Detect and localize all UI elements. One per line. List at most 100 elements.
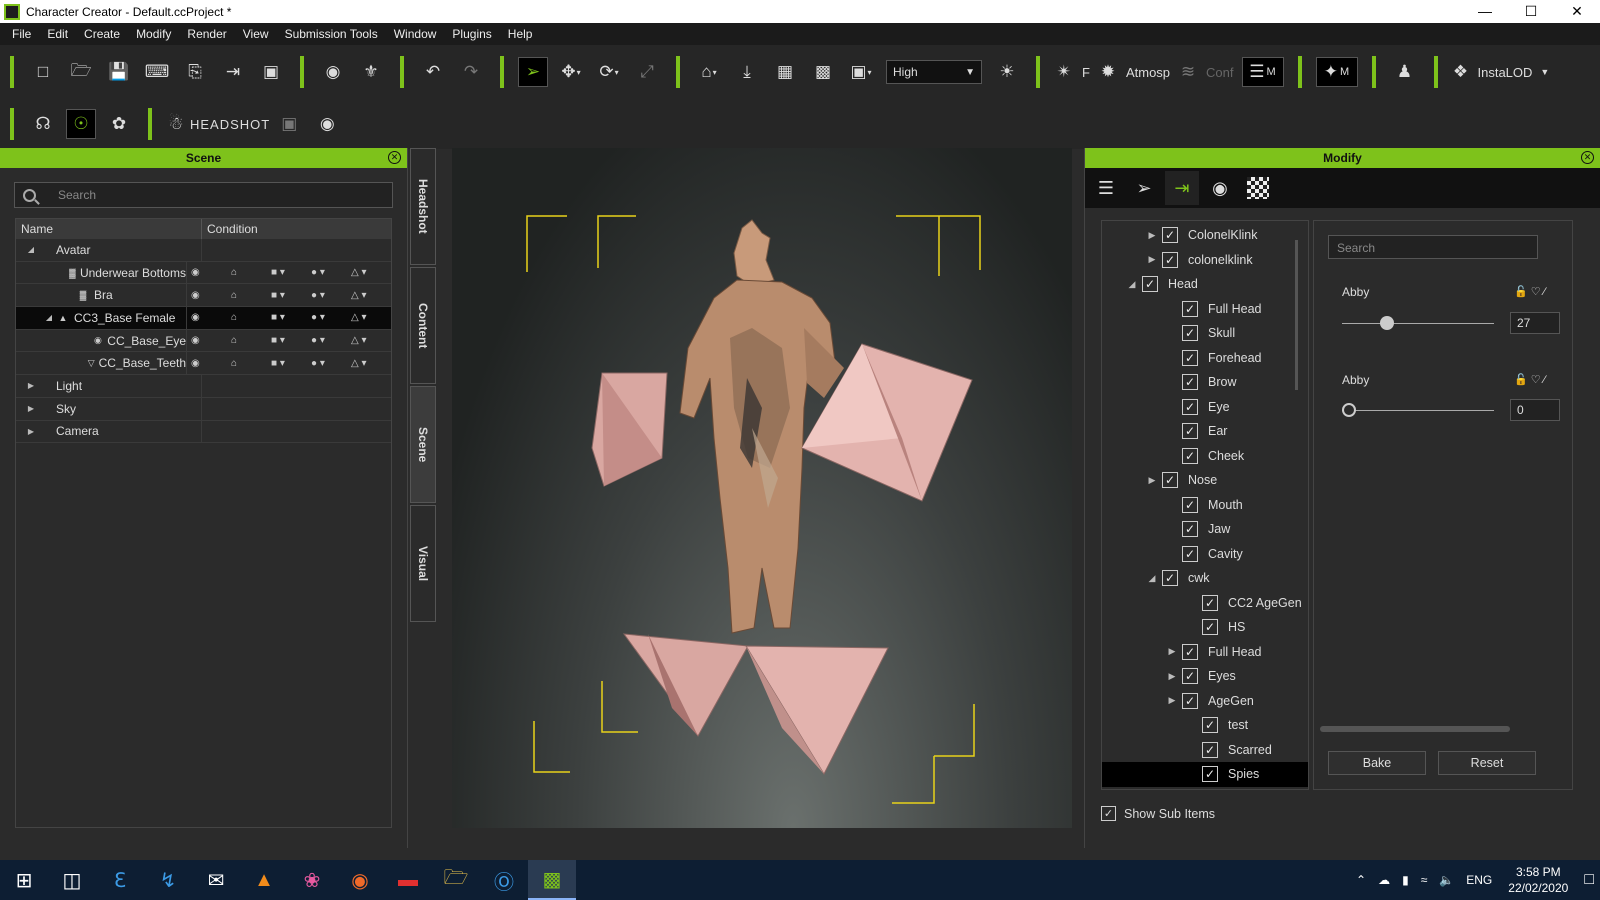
checkbox-icon[interactable]: ✓: [1162, 227, 1178, 244]
morph-tree-row[interactable]: ◢ ✓ cwk: [1102, 566, 1308, 591]
light-icon[interactable]: ☀: [992, 57, 1022, 87]
mail-icon[interactable]: ✉: [192, 860, 240, 900]
morph-tree-row[interactable]: ✓ CC2 AgeGen: [1102, 591, 1308, 616]
new-file-icon[interactable]: □: [28, 57, 58, 87]
menu-render[interactable]: Render: [179, 27, 234, 41]
collision-icon[interactable]: △ ▾: [351, 267, 379, 278]
material-icon[interactable]: ■ ▾: [271, 290, 299, 301]
menu-help[interactable]: Help: [500, 27, 541, 41]
morph-tree-row[interactable]: ✓ Brow: [1102, 370, 1308, 395]
instalod-label[interactable]: InstaLOD: [1478, 65, 1533, 80]
notification-icon[interactable]: □: [1584, 871, 1594, 889]
checkbox-icon[interactable]: ✓: [1182, 692, 1198, 709]
material-icon[interactable]: ■ ▾: [271, 312, 299, 323]
morph-tree-row[interactable]: ✓ Full Head: [1102, 297, 1308, 322]
firefox-icon[interactable]: ◉: [336, 860, 384, 900]
render-quality-select[interactable]: High ▼: [886, 60, 982, 84]
checkbox-icon[interactable]: ✓: [1182, 374, 1198, 391]
expand-arrow-icon[interactable]: ▶: [1162, 695, 1182, 706]
collision-icon[interactable]: △ ▾: [351, 358, 379, 369]
scene-tree-row[interactable]: ▓ Bra ◉ ⌂ ■ ▾ ● ▾ △ ▾: [16, 284, 391, 308]
expand-arrow-icon[interactable]: ▶: [1142, 475, 1162, 486]
checkbox-icon[interactable]: ✓: [1182, 398, 1198, 415]
show-sub-items-checkbox[interactable]: ✓ Show Sub Items: [1101, 806, 1215, 821]
open-folder-icon[interactable]: 🗁: [66, 57, 96, 87]
smart-search-icon[interactable]: ◉: [318, 57, 348, 87]
character-icon[interactable]: ♟: [1390, 57, 1420, 87]
column-name[interactable]: Name: [16, 219, 202, 239]
character-creator-taskbar-icon[interactable]: ▩: [528, 860, 576, 900]
render-preview-icon[interactable]: ▣: [256, 57, 286, 87]
head-mesh-icon[interactable]: ◉: [312, 109, 342, 139]
checkbox-icon[interactable]: ✓: [1142, 276, 1158, 293]
lock-icon[interactable]: ⌂: [231, 267, 259, 278]
clock[interactable]: 3:58 PM 22/02/2020: [1508, 864, 1568, 896]
language-indicator[interactable]: ENG: [1466, 873, 1492, 887]
file-explorer-icon[interactable]: 🗁: [432, 860, 480, 900]
morph-tree-row[interactable]: ◢ ✓ Head: [1102, 272, 1308, 297]
expand-arrow-icon[interactable]: ◢: [24, 245, 38, 254]
import-cc-icon[interactable]: ⎘: [180, 57, 210, 87]
lock-heart-icon[interactable]: 🔓 ♡ ∕: [1514, 285, 1546, 298]
close-icon[interactable]: ✕: [1581, 151, 1594, 164]
morph-tree-row[interactable]: ▶ ✓ ColonelKlink: [1102, 223, 1308, 248]
slider-track[interactable]: [1342, 323, 1494, 324]
morph-tree-row[interactable]: ✓ Mouth: [1102, 493, 1308, 518]
photos-app-icon[interactable]: ❀: [288, 860, 336, 900]
scene-tree-row[interactable]: ▶ Sky: [16, 397, 391, 421]
menu-plugins[interactable]: Plugins: [444, 27, 499, 41]
scale-tool-icon[interactable]: ⤢: [632, 57, 662, 87]
checkbox-icon[interactable]: ✓: [1182, 349, 1198, 366]
shadow-icon[interactable]: ● ▾: [311, 267, 339, 278]
morph-tree-row[interactable]: ✓ Eye: [1102, 395, 1308, 420]
morph-tree-row[interactable]: ✓ Cavity: [1102, 542, 1308, 567]
cortana-app-icon[interactable]: Ⓞ: [480, 860, 528, 900]
tree-scrollbar[interactable]: [1295, 240, 1298, 390]
scene-tree-row[interactable]: ▶ Camera: [16, 420, 391, 444]
material-icon[interactable]: ■ ▾: [271, 335, 299, 346]
collision-icon[interactable]: △ ▾: [351, 290, 379, 301]
expand-arrow-icon[interactable]: ▶: [1142, 230, 1162, 241]
modify-panel-toggle[interactable]: ☰ M: [1241, 57, 1284, 87]
expand-arrow-icon[interactable]: ▶: [24, 381, 38, 390]
morph-tree-row[interactable]: ✓ HS: [1102, 615, 1308, 640]
expand-arrow-icon[interactable]: ◢: [1142, 573, 1162, 584]
headshot-photo-icon[interactable]: ▣: [274, 109, 304, 139]
menu-file[interactable]: File: [4, 27, 39, 41]
scene-tree-row[interactable]: ◢ ▲ CC3_Base Female ◉ ⌂ ■ ▾ ● ▾ △ ▾: [16, 307, 391, 330]
morph-tree-row[interactable]: ✓ Scarred: [1102, 738, 1308, 763]
morph-tree-row[interactable]: ▶ ✓ Full Head: [1102, 640, 1308, 665]
scene-tree-row[interactable]: ◢ Avatar: [16, 239, 391, 262]
tab-scene[interactable]: Scene: [410, 386, 436, 503]
save-icon[interactable]: 💾: [104, 57, 134, 87]
edge-icon[interactable]: ℇ: [96, 860, 144, 900]
tab-visual[interactable]: Visual: [410, 505, 436, 622]
scene-tree-row[interactable]: ▽ CC_Base_Teeth ◉ ⌂ ■ ▾ ● ▾ △ ▾: [16, 352, 391, 376]
expand-arrow-icon[interactable]: ▶: [24, 404, 38, 413]
texture-tab-icon[interactable]: [1241, 171, 1275, 205]
menu-create[interactable]: Create: [76, 27, 128, 41]
menu-window[interactable]: Window: [386, 27, 445, 41]
slider-track[interactable]: [1342, 410, 1494, 411]
headshot-label[interactable]: HEADSHOT: [190, 117, 270, 132]
checkbox-icon[interactable]: ✓: [1182, 423, 1198, 440]
appearance-tab-icon[interactable]: ◉: [1203, 171, 1237, 205]
chevron-down-icon[interactable]: ▼: [1540, 67, 1549, 77]
select-tool-icon[interactable]: ➢: [518, 57, 548, 87]
morph-tab-icon[interactable]: ⇥: [1165, 171, 1199, 205]
checkbox-icon[interactable]: ✓: [1162, 251, 1178, 268]
bolt-app-icon[interactable]: ↯: [144, 860, 192, 900]
expand-arrow-icon[interactable]: ▶: [1162, 646, 1182, 657]
morph-search-input[interactable]: Search: [1328, 235, 1538, 259]
morph-tree-row[interactable]: ✓ Cheek: [1102, 444, 1308, 469]
close-button[interactable]: ✕: [1554, 3, 1600, 20]
expand-arrow-icon[interactable]: ◢: [42, 313, 56, 322]
morph-tree-row[interactable]: ✓ Spies: [1102, 762, 1308, 787]
morph-tree-row[interactable]: ✓ Ear: [1102, 419, 1308, 444]
horizontal-scrollbar[interactable]: [1320, 726, 1510, 732]
lock-icon[interactable]: ⌂: [231, 335, 259, 346]
vlc-icon[interactable]: ▲: [240, 860, 288, 900]
morph-tree-row[interactable]: ✓ Skull: [1102, 321, 1308, 346]
drop-to-floor-icon[interactable]: ⤓: [732, 57, 762, 87]
morph-tree-row[interactable]: ▶ ✓ Eyes: [1102, 664, 1308, 689]
